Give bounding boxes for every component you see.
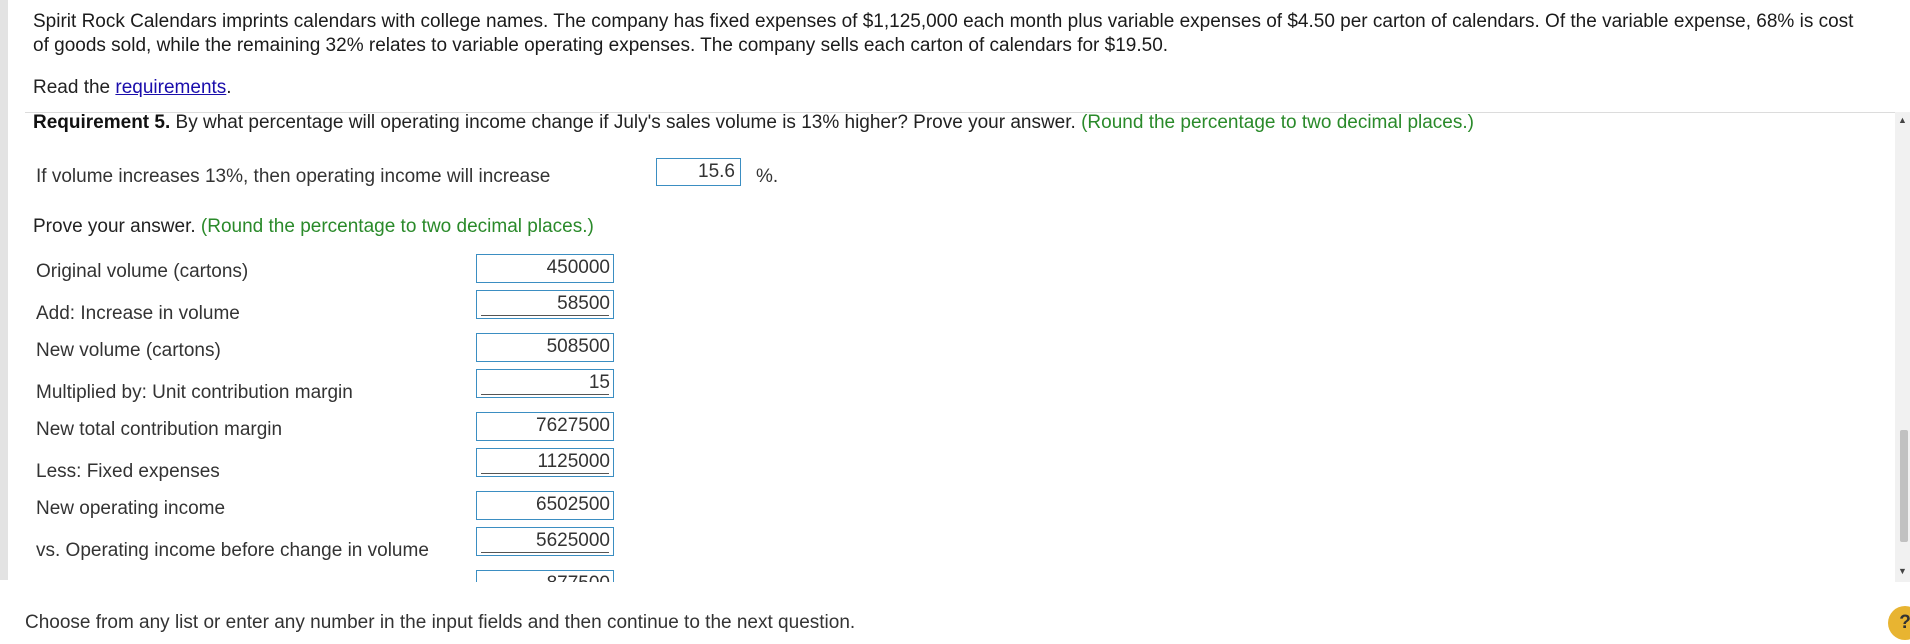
input-new-volume[interactable]: 508500 bbox=[476, 333, 614, 362]
row-label-new-operating-income: New operating income bbox=[36, 498, 226, 519]
footer-instruction: Choose from any list or enter any number… bbox=[25, 612, 856, 633]
row-label-original-volume: Original volume (cartons) bbox=[36, 261, 249, 282]
input-increase-volume[interactable]: 58500 bbox=[476, 290, 614, 319]
input-increase-in-operating-income[interactable]: 877500 bbox=[476, 570, 614, 582]
prove-answer-heading: Prove your answer. (Round the percentage… bbox=[33, 216, 594, 238]
prove-hint: (Round the percentage to two decimal pla… bbox=[200, 216, 594, 237]
read-prefix: Read the bbox=[33, 77, 116, 98]
input-new-contribution-margin[interactable]: 7627500 bbox=[476, 412, 614, 441]
scroll-up-arrow-icon[interactable]: ▲ bbox=[1898, 115, 1907, 125]
input-unit-contribution-margin[interactable]: 15 bbox=[476, 369, 614, 398]
percentage-increase-input[interactable]: 15.6 bbox=[656, 158, 741, 186]
requirements-link[interactable]: requirements bbox=[115, 77, 226, 98]
input-fixed-expenses[interactable]: 1125000 bbox=[476, 448, 614, 477]
help-button[interactable]: ? bbox=[1888, 606, 1910, 640]
input-prior-operating-income[interactable]: 5625000 bbox=[476, 527, 614, 556]
row-label-increase-volume: Add: Increase in volume bbox=[36, 303, 240, 324]
prove-label: Prove your answer. bbox=[33, 216, 201, 237]
row-label-unit-contribution-margin: Multiplied by: Unit contribution margin bbox=[36, 382, 353, 403]
read-suffix: . bbox=[226, 77, 232, 98]
input-original-volume[interactable]: 450000 bbox=[476, 254, 614, 283]
left-edge-rule bbox=[0, 0, 8, 580]
answer-scroll-area: If volume increases 13%, then operating … bbox=[8, 120, 1888, 582]
scroll-down-arrow-icon[interactable]: ▼ bbox=[1898, 566, 1907, 576]
row-label-fixed-expenses: Less: Fixed expenses bbox=[36, 461, 220, 482]
problem-line-1: Spirit Rock Calendars imprints calendars… bbox=[33, 11, 1854, 32]
problem-line-2: of goods sold, while the remaining 32% r… bbox=[33, 35, 1169, 56]
scrollbar-thumb[interactable] bbox=[1900, 430, 1908, 542]
read-requirements: Read the requirements. bbox=[33, 77, 232, 99]
percent-unit: %. bbox=[756, 166, 779, 187]
row-label-new-contribution-margin: New total contribution margin bbox=[36, 419, 283, 440]
input-new-operating-income[interactable]: 6502500 bbox=[476, 491, 614, 520]
row-label-new-volume: New volume (cartons) bbox=[36, 340, 221, 361]
row-label-prior-operating-income: vs. Operating income before change in vo… bbox=[36, 540, 429, 561]
question-label: If volume increases 13%, then operating … bbox=[36, 166, 551, 187]
problem-statement: Spirit Rock Calendars imprints calendars… bbox=[33, 10, 1903, 58]
